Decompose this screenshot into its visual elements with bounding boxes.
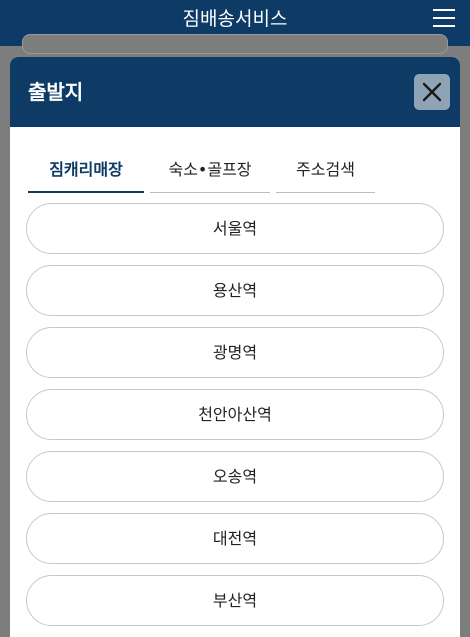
station-button-busan[interactable]: 부산역 bbox=[26, 575, 444, 626]
tab-jimcarry-store[interactable]: 짐캐리매장 bbox=[28, 155, 144, 193]
station-button-daejeon[interactable]: 대전역 bbox=[26, 513, 444, 564]
tab-hotel-golf[interactable]: 숙소•골프장 bbox=[150, 155, 270, 193]
station-button-gwangmyeong[interactable]: 광명역 bbox=[26, 327, 444, 378]
station-button-seoul[interactable]: 서울역 bbox=[26, 203, 444, 254]
tab-bar: 짐캐리매장 숙소•골프장 주소검색 bbox=[10, 127, 460, 193]
modal-header: 출발지 bbox=[10, 57, 460, 127]
close-icon bbox=[422, 82, 442, 102]
station-button-osong[interactable]: 오송역 bbox=[26, 451, 444, 502]
modal-title: 출발지 bbox=[28, 80, 84, 104]
close-button[interactable] bbox=[414, 74, 450, 110]
hamburger-menu-icon[interactable] bbox=[433, 8, 455, 28]
station-button-cheonan-asan[interactable]: 천안아산역 bbox=[26, 389, 444, 440]
departure-modal: 출발지 짐캐리매장 숙소•골프장 주소검색 서울역 용산역 광명역 천안아산역 … bbox=[10, 57, 460, 637]
background-card bbox=[22, 34, 448, 54]
station-button-yongsan[interactable]: 용산역 bbox=[26, 265, 444, 316]
tab-address-search[interactable]: 주소검색 bbox=[276, 155, 375, 193]
station-list: 서울역 용산역 광명역 천안아산역 오송역 대전역 부산역 bbox=[26, 203, 444, 637]
app-title: 짐배송서비스 bbox=[182, 8, 288, 30]
